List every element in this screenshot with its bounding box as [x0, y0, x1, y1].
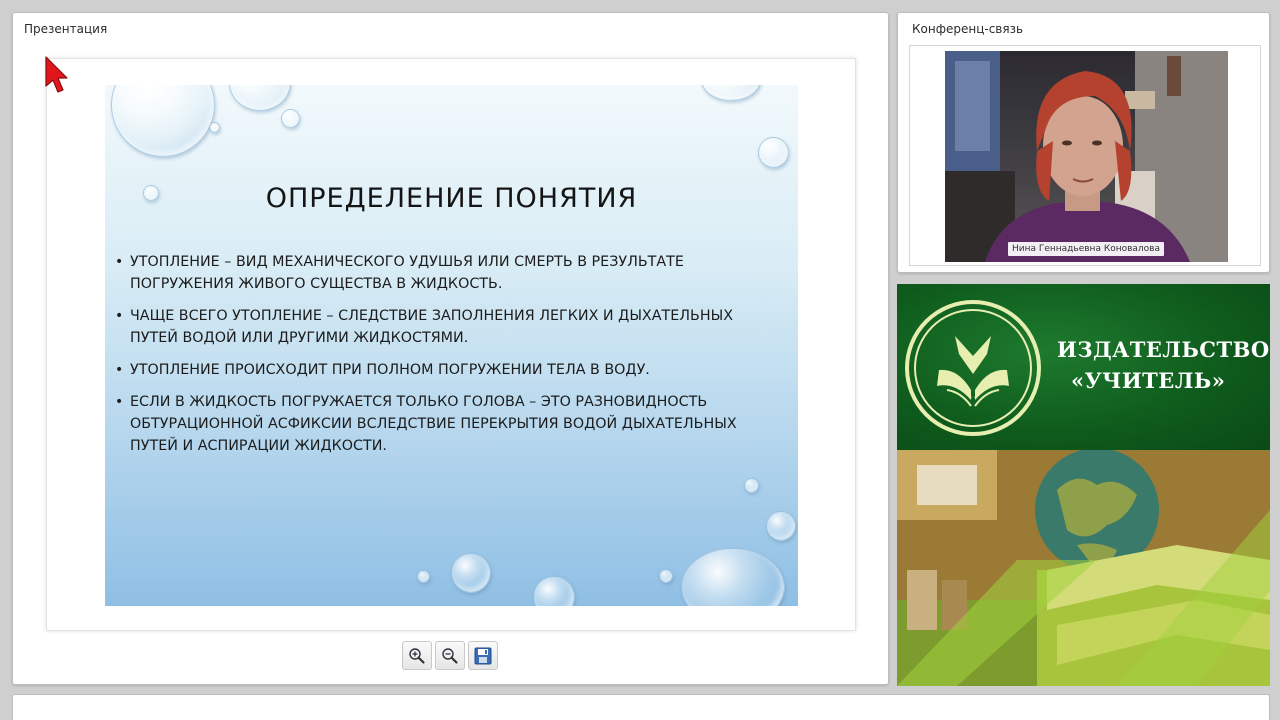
water-drop-decoration — [533, 576, 575, 606]
publisher-banner-image — [897, 450, 1270, 686]
bullet-text-line: УТОПЛЕНИЕ ПРОИСХОДИТ ПРИ ПОЛНОМ ПОГРУЖЕН… — [130, 362, 650, 378]
water-drop-decoration — [701, 85, 761, 101]
participant-video[interactable]: Нина Геннадьевна Коновалова — [945, 51, 1228, 262]
bullet-marker: • — [115, 308, 124, 324]
water-drop-decoration — [229, 85, 291, 111]
zoom-out-icon — [442, 647, 458, 664]
publisher-banner: ИЗДАТЕЛЬСТВО «УЧИТЕЛЬ» — [897, 284, 1270, 686]
participant-name-tag: Нина Геннадьевна Коновалова — [1008, 242, 1164, 256]
bullet-marker: • — [115, 394, 124, 410]
video-frame: Нина Геннадьевна Коновалова — [909, 45, 1261, 266]
publisher-logo-icon — [905, 300, 1041, 436]
books-and-globe-illustration — [897, 450, 1270, 686]
zoom-out-button[interactable] — [435, 641, 465, 670]
water-drop-decoration — [659, 569, 673, 583]
water-drop-decoration — [766, 511, 796, 541]
slide: ОПРЕДЕЛЕНИЕ ПОНЯТИЯ • УТОПЛЕНИЕ – ВИД МЕ… — [105, 85, 798, 606]
water-drop-decoration — [451, 553, 491, 593]
zoom-in-icon — [409, 647, 425, 664]
water-drop-decoration — [209, 122, 220, 133]
bullet-text-line: ПУТЕЙ И АСПИРАЦИИ ЖИДКОСТИ. — [130, 438, 387, 454]
presentation-panel: Презентация ОПРЕДЕЛЕНИЕ ПОНЯТИЯ • УТОПЛЕ… — [12, 12, 889, 685]
conference-panel: Конференц-связь Нина Геннадьевна Коновал… — [897, 12, 1270, 273]
bullet-text-line: ОБТУРАЦИОННОЙ АСФИКСИИ ВСЛЕДСТВИЕ ПЕРЕКР… — [130, 416, 737, 432]
presentation-panel-title: Презентация — [24, 22, 108, 36]
water-drop-decoration — [417, 570, 430, 583]
publisher-name-line1: ИЗДАТЕЛЬСТВО — [1057, 337, 1270, 362]
slide-bullet: • ЧАЩЕ ВСЕГО УТОПЛЕНИЕ – СЛЕДСТВИЕ ЗАПОЛ… — [115, 305, 785, 349]
publisher-banner-header: ИЗДАТЕЛЬСТВО «УЧИТЕЛЬ» — [897, 284, 1270, 450]
save-button[interactable] — [468, 641, 498, 670]
bullet-text-line: УТОПЛЕНИЕ – ВИД МЕХАНИЧЕСКОГО УДУШЬЯ ИЛИ… — [130, 254, 684, 270]
water-drop-decoration — [681, 548, 785, 606]
bullet-marker: • — [115, 254, 124, 270]
slide-bullet: • УТОПЛЕНИЕ – ВИД МЕХАНИЧЕСКОГО УДУШЬЯ И… — [115, 251, 785, 295]
slide-frame: ОПРЕДЕЛЕНИЕ ПОНЯТИЯ • УТОПЛЕНИЕ – ВИД МЕ… — [46, 58, 856, 631]
bottom-panel — [12, 694, 1270, 720]
bullet-text-line: ЕСЛИ В ЖИДКОСТЬ ПОГРУЖАЕТСЯ ТОЛЬКО ГОЛОВ… — [130, 394, 708, 410]
water-drop-decoration — [111, 85, 215, 157]
water-drop-decoration — [758, 137, 789, 168]
slide-heading: ОПРЕДЕЛЕНИЕ ПОНЯТИЯ — [265, 183, 638, 214]
slide-bullet: • УТОПЛЕНИЕ ПРОИСХОДИТ ПРИ ПОЛНОМ ПОГРУЖ… — [115, 359, 785, 381]
water-drop-decoration — [281, 109, 300, 128]
zoom-in-button[interactable] — [402, 641, 432, 670]
bullet-text-line: ПОГРУЖЕНИЯ ЖИВОГО СУЩЕСТВА В ЖИДКОСТЬ. — [130, 276, 503, 292]
conference-panel-title: Конференц-связь — [912, 22, 1024, 36]
bullet-text-line: ПУТЕЙ ВОДОЙ ИЛИ ДРУГИМИ ЖИДКОСТЯМИ. — [130, 330, 469, 346]
bullet-text-line: ЧАЩЕ ВСЕГО УТОПЛЕНИЕ – СЛЕДСТВИЕ ЗАПОЛНЕ… — [130, 308, 733, 324]
presentation-toolbar — [402, 641, 498, 671]
bullet-marker: • — [115, 362, 124, 378]
slide-bullet: • ЕСЛИ В ЖИДКОСТЬ ПОГРУЖАЕТСЯ ТОЛЬКО ГОЛ… — [115, 391, 785, 457]
mouse-pointer-icon — [45, 56, 68, 93]
save-icon — [474, 647, 492, 664]
water-drop-decoration — [744, 478, 759, 493]
publisher-name-line2: «УЧИТЕЛЬ» — [1071, 368, 1226, 393]
participant-video-image — [945, 51, 1228, 262]
slide-bullet-list: • УТОПЛЕНИЕ – ВИД МЕХАНИЧЕСКОГО УДУШЬЯ И… — [115, 251, 785, 467]
